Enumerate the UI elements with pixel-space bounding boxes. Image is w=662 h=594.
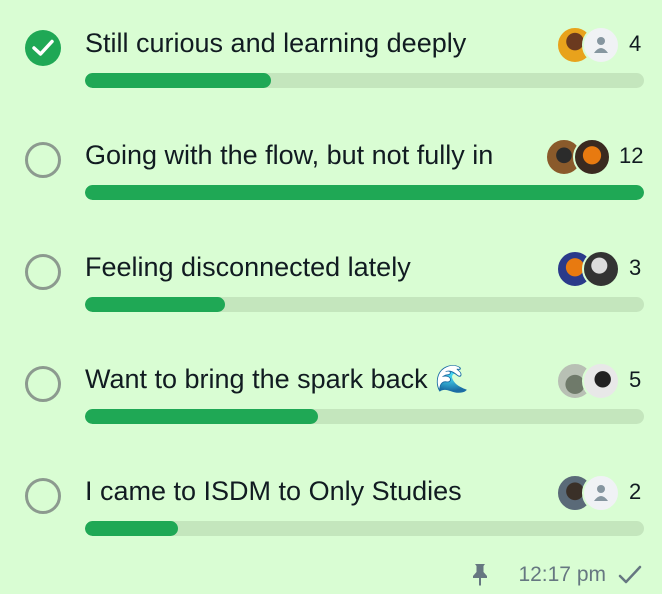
default-avatar-icon bbox=[582, 474, 620, 512]
radio-icon[interactable] bbox=[25, 478, 61, 514]
avatar bbox=[582, 250, 620, 288]
vote-progress-fill bbox=[85, 297, 225, 312]
pin-icon bbox=[473, 564, 487, 586]
wave-emoji-icon: 🌊 bbox=[435, 364, 469, 394]
avatar bbox=[582, 362, 620, 400]
avatar bbox=[573, 138, 611, 176]
radio-icon[interactable] bbox=[25, 366, 61, 402]
poll-option[interactable]: Want to bring the spark back 🌊 5 bbox=[0, 356, 662, 436]
message-time: 12:17 pm bbox=[518, 563, 606, 586]
voter-avatars[interactable] bbox=[556, 26, 626, 64]
voter-avatars[interactable] bbox=[556, 474, 626, 512]
vote-progress-fill bbox=[85, 185, 644, 200]
vote-progress-bar bbox=[85, 185, 644, 200]
vote-count: 4 bbox=[629, 31, 642, 56]
poll-option[interactable]: Going with the flow, but not fully in 12 bbox=[0, 132, 662, 212]
option-label: Going with the flow, but not fully in bbox=[85, 140, 494, 170]
radio-icon[interactable] bbox=[25, 142, 61, 178]
vote-count: 12 bbox=[619, 143, 644, 168]
vote-progress-fill bbox=[85, 73, 272, 88]
poll-option[interactable]: Feeling disconnected lately 3 bbox=[0, 244, 662, 324]
vote-progress-bar bbox=[85, 521, 644, 536]
voter-avatars[interactable] bbox=[556, 250, 626, 288]
default-avatar-icon bbox=[582, 26, 620, 64]
voter-avatars[interactable] bbox=[545, 138, 615, 176]
vote-count: 3 bbox=[629, 255, 642, 280]
radio-icon[interactable] bbox=[25, 254, 61, 290]
vote-count: 2 bbox=[629, 479, 642, 504]
poll-option[interactable]: I came to ISDM to Only Studies 2 bbox=[0, 468, 662, 548]
poll-option[interactable]: Still curious and learning deeply 4 bbox=[0, 20, 662, 100]
option-label: Feeling disconnected lately bbox=[85, 252, 411, 282]
option-label-text: Want to bring the spark back bbox=[85, 364, 428, 394]
vote-progress-bar bbox=[85, 73, 644, 88]
vote-progress-bar bbox=[85, 409, 644, 424]
checked-radio-icon[interactable] bbox=[25, 30, 61, 66]
vote-progress-bar bbox=[85, 297, 644, 312]
option-label: Still curious and learning deeply bbox=[85, 28, 467, 58]
voter-avatars[interactable] bbox=[556, 362, 626, 400]
vote-progress-fill bbox=[85, 409, 319, 424]
vote-count: 5 bbox=[629, 367, 642, 392]
option-label: Want to bring the spark back 🌊 bbox=[85, 363, 469, 395]
single-check-icon bbox=[618, 565, 642, 584]
option-label: I came to ISDM to Only Studies bbox=[85, 476, 462, 506]
vote-progress-fill bbox=[85, 521, 179, 536]
